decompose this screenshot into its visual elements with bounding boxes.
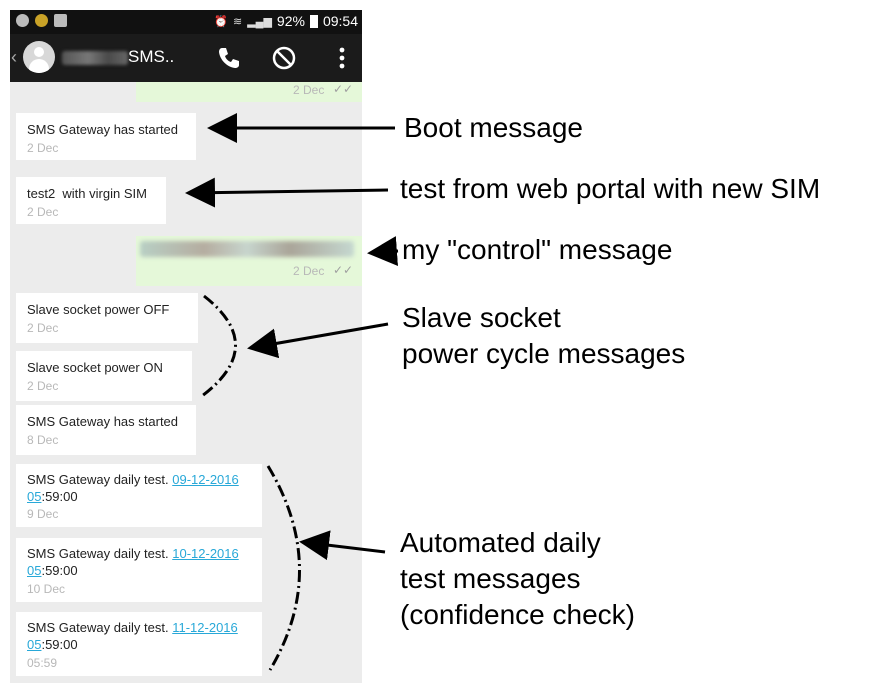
annotation-line: (confidence check) [400,599,636,630]
annotation-line: Slave socket [402,302,561,333]
annotation-boot-message: Boot message [404,110,583,146]
annotation-daily-tests: Automated daily test messages (confidenc… [400,525,635,633]
control-arrow [367,236,399,267]
annotation-line: power cycle messages [402,338,686,369]
annotation-line: my "control" message [402,234,673,265]
annotation-web-portal: test from web portal with new SIM [400,171,820,207]
annotation-line: Automated daily [400,527,601,558]
power-cycle-arrow [247,322,389,359]
annotation-control-message: my "control" message [402,232,672,268]
daily-test-bracket [266,465,301,671]
portal-arrow [185,177,389,208]
annotation-power-cycle: Slave socket power cycle messages [402,300,685,372]
annotation-line: test from web portal with new SIM [400,173,821,204]
annotation-line: test messages [400,563,581,594]
daily-test-arrow [299,530,386,561]
power-cycle-bracket [201,294,237,398]
annotation-line: Boot message [404,112,583,143]
